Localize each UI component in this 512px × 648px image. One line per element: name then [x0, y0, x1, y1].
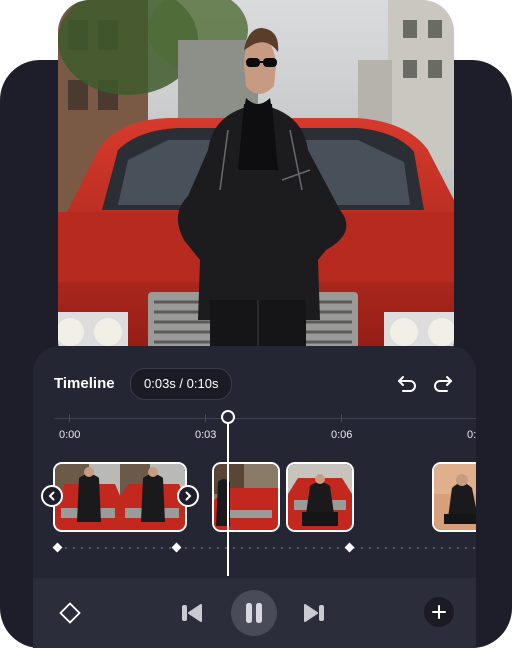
pause-icon: [246, 603, 262, 623]
keyframe-diamond-icon: [59, 602, 81, 624]
video-clip[interactable]: [212, 462, 280, 532]
ruler-label-2: 0:06: [331, 429, 353, 441]
video-clip-selected[interactable]: [53, 462, 187, 532]
video-preview: [58, 0, 454, 372]
undo-button[interactable]: [395, 372, 419, 396]
ruler-label-3: 0:: [467, 429, 476, 441]
time-ruler[interactable]: [54, 418, 476, 419]
video-clip[interactable]: [432, 462, 476, 532]
redo-button[interactable]: [431, 372, 455, 396]
trim-handle-left[interactable]: [41, 485, 63, 507]
next-frame-button[interactable]: [301, 601, 327, 625]
playhead[interactable]: [227, 416, 229, 576]
add-icon: [432, 605, 446, 619]
keyframe-button[interactable]: [57, 600, 83, 626]
next-frame-icon: [304, 604, 324, 622]
keyframe-marker[interactable]: [52, 542, 63, 553]
redo-icon: [434, 376, 452, 392]
keyframe-marker[interactable]: [171, 542, 182, 553]
pause-button[interactable]: [231, 590, 277, 636]
ruler-label-0: 0:00: [59, 429, 81, 441]
undo-icon: [398, 376, 416, 392]
keyframe-marker[interactable]: [344, 542, 355, 553]
video-clip[interactable]: [286, 462, 354, 532]
keyframe-track[interactable]: [54, 547, 476, 549]
chevron-right-icon: [185, 491, 192, 501]
previous-frame-button[interactable]: [179, 601, 205, 625]
playhead-handle[interactable]: [221, 410, 235, 424]
add-button[interactable]: [424, 597, 454, 627]
ruler-tick: [341, 414, 342, 422]
playback-controls: [33, 578, 476, 648]
ruler-tick: [69, 414, 70, 422]
chevron-left-icon: [48, 491, 55, 501]
time-display: 0:03s / 0:10s: [130, 368, 233, 400]
ruler-tick: [205, 414, 206, 422]
timeline-title: Timeline: [54, 375, 115, 392]
ruler-label-1: 0:03: [195, 429, 217, 441]
previous-frame-icon: [182, 604, 202, 622]
timeline-panel: Timeline 0:03s / 0:10s 0:00 0:03 0:06 0:: [33, 346, 476, 648]
trim-handle-right[interactable]: [177, 485, 199, 507]
